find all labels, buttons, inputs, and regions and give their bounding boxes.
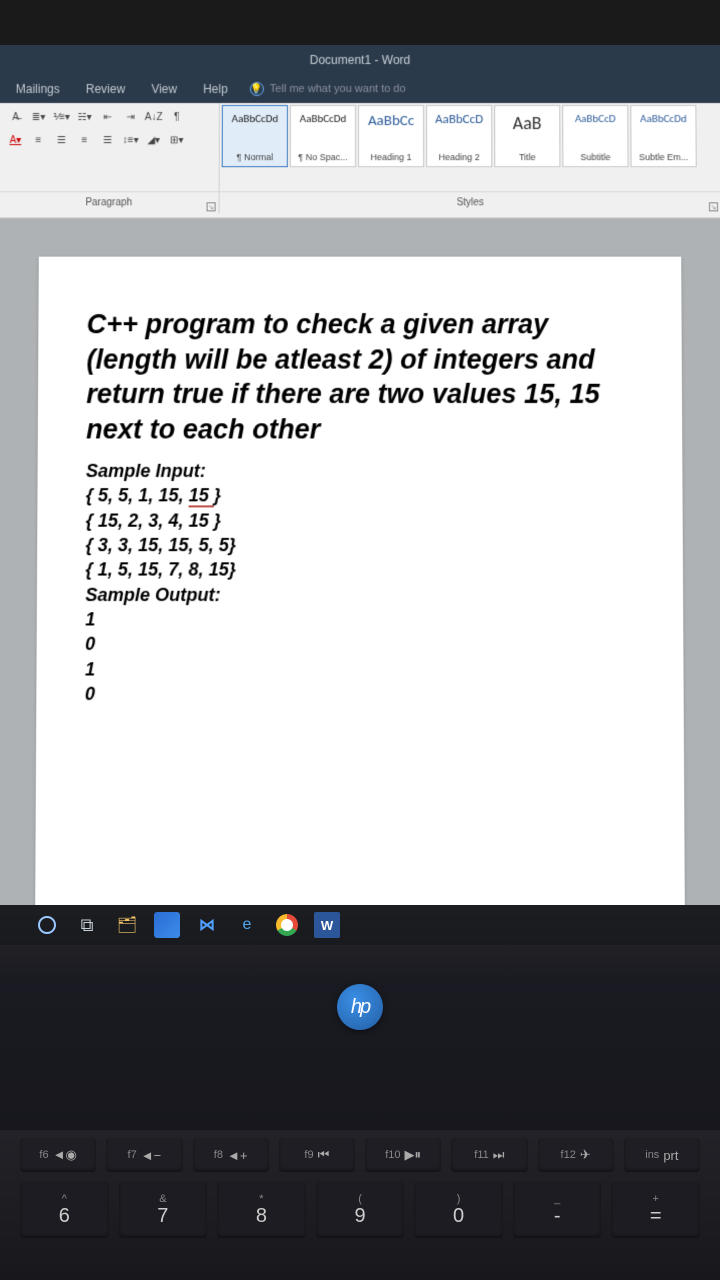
key-8: *8 xyxy=(217,1182,306,1238)
ribbon-tabs: Mailings Review View Help 💡 Tell me what… xyxy=(0,75,720,103)
key-f12: f12✈ xyxy=(538,1138,614,1172)
laptop-keyboard: f6◄◉ f7◄− f8◄+ f9⏮ f10▶⏸ f11⏭ f12✈ insprt ^6&7*… xyxy=(0,1130,720,1280)
paragraph-dialog-launcher[interactable]: ↘ xyxy=(207,202,216,211)
output-line-0[interactable]: 1 xyxy=(85,607,637,632)
justify-button[interactable]: ☰ xyxy=(98,130,118,150)
tab-mailings[interactable]: Mailings xyxy=(4,78,72,100)
output-line-3[interactable]: 0 xyxy=(85,681,637,706)
document-canvas[interactable]: C++ program to check a given array (leng… xyxy=(0,218,720,910)
input-line-0[interactable]: { 5, 5, 1, 15, 15 } xyxy=(86,484,636,509)
word-icon[interactable]: W xyxy=(312,910,342,940)
align-center-button[interactable]: ☰ xyxy=(51,130,71,150)
lightbulb-icon: 💡 xyxy=(250,82,264,96)
edge-icon[interactable]: e xyxy=(232,910,262,940)
key-ins: insprt xyxy=(624,1138,700,1172)
increase-indent-button[interactable]: ⇥ xyxy=(121,107,141,127)
task-view-icon[interactable]: ⧉ xyxy=(72,910,102,940)
visual-studio-icon[interactable]: ⋈ xyxy=(192,910,222,940)
tell-me-search[interactable]: Tell me what you want to do xyxy=(270,83,406,95)
style-subtle-em---[interactable]: AaBbCcDdSubtle Em... xyxy=(630,105,696,167)
tab-view[interactable]: View xyxy=(139,78,189,100)
windows-taskbar[interactable]: ⧉ 🗂 ⋈ e W xyxy=(0,905,720,945)
key-f8: f8◄+ xyxy=(193,1138,269,1172)
paragraph-group: A̶ ≣▾ ⅟≡▾ ☵▾ ⇤ ⇥ A↓Z ¶ A▾ ≡ ☰ ≡ ☰ ↕≡▾ ◢▾ xyxy=(0,103,220,191)
doc-heading[interactable]: C++ program to check a given array (leng… xyxy=(86,307,636,447)
styles-group-label: Styles ↘ xyxy=(220,192,720,213)
output-line-1[interactable]: 0 xyxy=(85,632,637,657)
tab-review[interactable]: Review xyxy=(74,78,138,100)
align-left-button[interactable]: ≡ xyxy=(28,130,48,150)
key-f9: f9⏮ xyxy=(279,1138,355,1172)
window-title: Document1 - Word xyxy=(0,45,720,75)
key-0: )0 xyxy=(414,1182,503,1238)
key-f6: f6◄◉ xyxy=(20,1138,96,1172)
multilevel-list-button[interactable]: ☵▾ xyxy=(75,107,95,127)
styles-label: Styles xyxy=(457,197,484,208)
output-line-2[interactable]: 1 xyxy=(85,657,637,682)
show-marks-button[interactable]: ¶ xyxy=(167,107,187,127)
borders-button[interactable]: ⊞▾ xyxy=(167,130,187,150)
styles-dialog-launcher[interactable]: ↘ xyxy=(709,202,718,211)
clear-formatting-button[interactable]: A̶ xyxy=(5,107,25,127)
align-right-button[interactable]: ≡ xyxy=(74,130,94,150)
style---no-spac---[interactable]: AaBbCcDd¶ No Spac... xyxy=(290,105,356,167)
paragraph-group-label: Paragraph ↘ xyxy=(0,192,220,213)
key-7: &7 xyxy=(119,1182,208,1238)
photos-app-icon[interactable] xyxy=(152,910,182,940)
key--: _- xyxy=(513,1182,602,1238)
key-f11: f11⏭ xyxy=(451,1138,527,1172)
key-=: += xyxy=(611,1182,700,1238)
style-heading-1[interactable]: AaBbCcHeading 1 xyxy=(358,105,424,167)
cortana-icon[interactable] xyxy=(32,910,62,940)
sample-input-label[interactable]: Sample Input: xyxy=(86,459,636,484)
key-f10: f10▶⏸ xyxy=(365,1138,441,1172)
key-f7: f7◄− xyxy=(106,1138,182,1172)
styles-gallery[interactable]: AaBbCcDd¶ NormalAaBbCcDd¶ No Spac...AaBb… xyxy=(220,103,720,191)
input-line-3[interactable]: { 1, 5, 15, 7, 8, 15} xyxy=(85,558,636,583)
hp-logo: hp xyxy=(337,984,383,1030)
sample-output-label[interactable]: Sample Output: xyxy=(85,582,636,607)
file-explorer-icon[interactable]: 🗂 xyxy=(112,910,142,940)
style-title[interactable]: AaBTitle xyxy=(494,105,560,167)
input-line-2[interactable]: { 3, 3, 15, 15, 5, 5} xyxy=(86,533,637,558)
shading-button[interactable]: ◢▾ xyxy=(144,130,164,150)
style-subtitle[interactable]: AaBbCcDSubtitle xyxy=(562,105,628,167)
ribbon-toolbar: A̶ ≣▾ ⅟≡▾ ☵▾ ⇤ ⇥ A↓Z ¶ A▾ ≡ ☰ ≡ ☰ ↕≡▾ ◢▾ xyxy=(0,103,720,218)
style-heading-2[interactable]: AaBbCcDHeading 2 xyxy=(426,105,492,167)
line-spacing-button[interactable]: ↕≡▾ xyxy=(121,130,141,150)
decrease-indent-button[interactable]: ⇤ xyxy=(98,107,118,127)
input-line-1[interactable]: { 15, 2, 3, 4, 15 } xyxy=(86,508,637,533)
numbering-button[interactable]: ⅟≡▾ xyxy=(52,107,72,127)
chrome-icon[interactable] xyxy=(272,910,302,940)
bullets-button[interactable]: ≣▾ xyxy=(29,107,49,127)
paragraph-label: Paragraph xyxy=(85,197,132,208)
sort-button[interactable]: A↓Z xyxy=(144,107,164,127)
tab-help[interactable]: Help xyxy=(191,78,240,100)
key-9: (9 xyxy=(316,1182,405,1238)
key-6: ^6 xyxy=(20,1182,109,1238)
document-page[interactable]: C++ program to check a given array (leng… xyxy=(35,257,685,911)
style---normal[interactable]: AaBbCcDd¶ Normal xyxy=(222,105,288,167)
font-color-button[interactable]: A▾ xyxy=(5,130,25,150)
